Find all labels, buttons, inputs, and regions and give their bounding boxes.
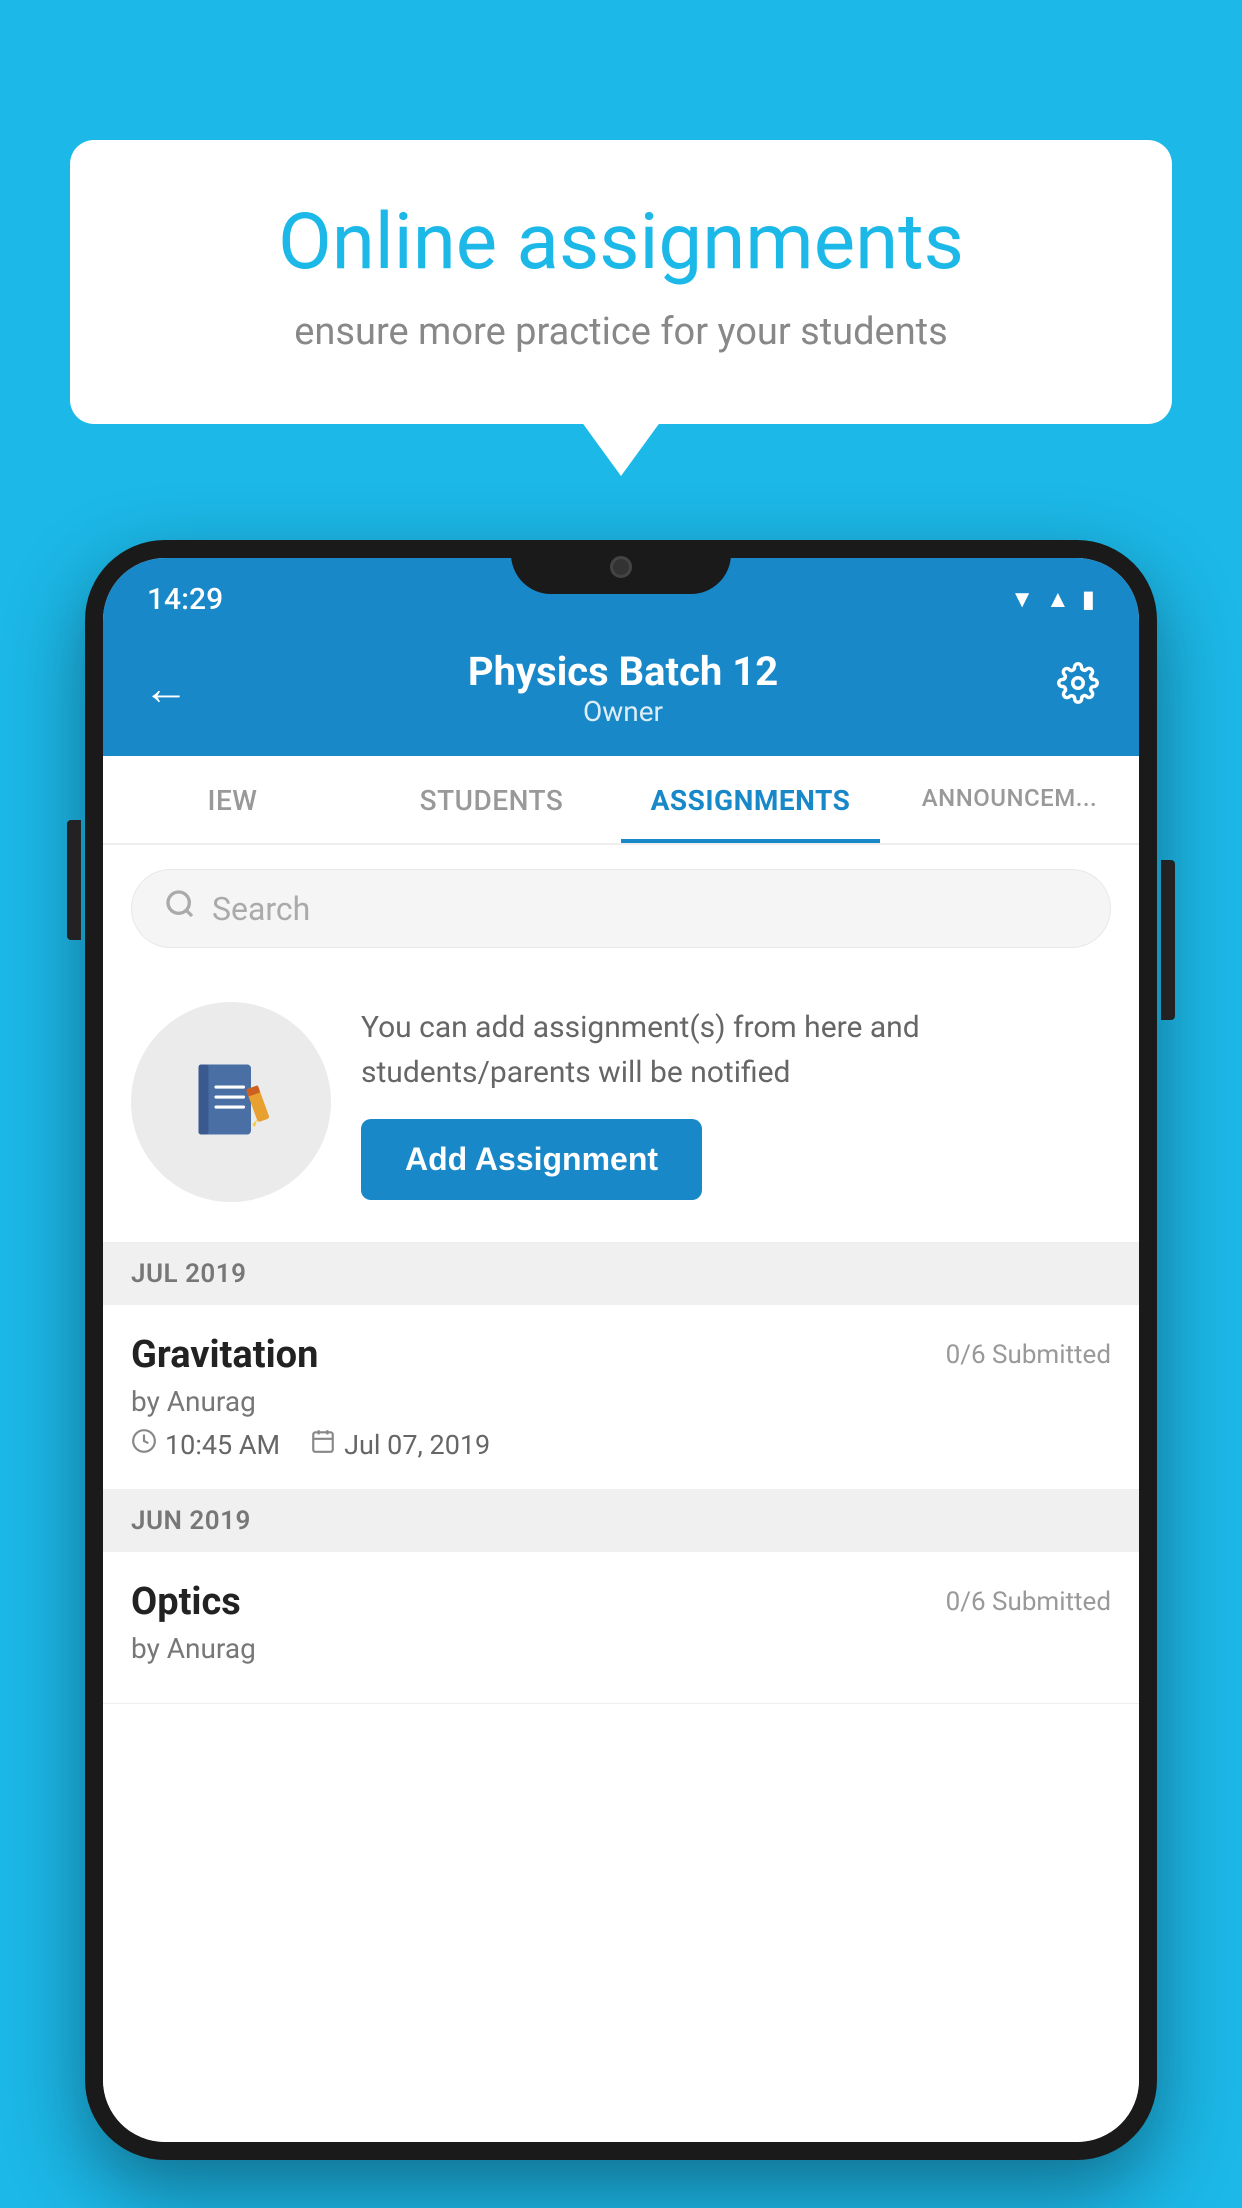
assignment-name-optics: Optics xyxy=(131,1580,241,1624)
search-bar[interactable]: Search xyxy=(131,869,1111,948)
notebook-icon xyxy=(181,1052,281,1152)
tab-bar: IEW STUDENTS ASSIGNMENTS ANNOUNCEM... xyxy=(103,756,1139,845)
meta-date: Jul 07, 2019 xyxy=(310,1428,490,1461)
add-assignment-button[interactable]: Add Assignment xyxy=(361,1119,702,1200)
phone-outer: 14:29 ▼ ▲ ▮ ← Physics Batch 12 Owner xyxy=(85,540,1157,2160)
assignment-by-optics: by Anurag xyxy=(131,1632,1111,1665)
assignment-meta: 10:45 AM Jul 07, 201 xyxy=(131,1428,1111,1461)
speech-bubble-title: Online assignments xyxy=(140,200,1102,286)
phone-notch xyxy=(511,540,731,594)
search-placeholder: Search xyxy=(212,890,310,928)
header-center: Physics Batch 12 Owner xyxy=(189,648,1057,728)
assignment-item-header: Gravitation 0/6 Submitted xyxy=(131,1333,1111,1377)
assignment-icon-circle xyxy=(131,1002,331,1202)
phone-wrapper: 14:29 ▼ ▲ ▮ ← Physics Batch 12 Owner xyxy=(85,540,1157,2208)
assignment-submitted: 0/6 Submitted xyxy=(946,1340,1111,1370)
tab-students[interactable]: STUDENTS xyxy=(362,756,621,843)
speech-bubble: Online assignments ensure more practice … xyxy=(70,140,1172,424)
assignment-item-gravitation[interactable]: Gravitation 0/6 Submitted by Anurag xyxy=(103,1305,1139,1490)
section-header-jul: JUL 2019 xyxy=(103,1243,1139,1305)
status-icons: ▼ ▲ ▮ xyxy=(1010,585,1095,614)
assignment-item-optics-header: Optics 0/6 Submitted xyxy=(131,1580,1111,1624)
calendar-icon xyxy=(310,1428,336,1461)
meta-time: 10:45 AM xyxy=(131,1428,280,1461)
status-time: 14:29 xyxy=(147,582,223,617)
speech-bubble-subtitle: ensure more practice for your students xyxy=(140,310,1102,354)
clock-icon xyxy=(131,1428,157,1461)
tab-assignments[interactable]: ASSIGNMENTS xyxy=(621,756,880,843)
assignment-date: Jul 07, 2019 xyxy=(344,1429,490,1461)
assignment-by: by Anurag xyxy=(131,1385,1111,1418)
assignment-name: Gravitation xyxy=(131,1333,318,1377)
header-title: Physics Batch 12 xyxy=(189,648,1057,695)
assignment-submitted-optics: 0/6 Submitted xyxy=(946,1587,1111,1617)
add-assignment-section: You can add assignment(s) from here and … xyxy=(103,972,1139,1243)
tab-iew[interactable]: IEW xyxy=(103,756,362,843)
add-assignment-description: You can add assignment(s) from here and … xyxy=(361,1005,1111,1095)
assignment-time: 10:45 AM xyxy=(165,1429,280,1461)
assignment-item-optics[interactable]: Optics 0/6 Submitted by Anurag xyxy=(103,1552,1139,1704)
signal-icon: ▲ xyxy=(1046,585,1070,614)
content-area: Search xyxy=(103,845,1139,2142)
phone-screen: 14:29 ▼ ▲ ▮ ← Physics Batch 12 Owner xyxy=(103,558,1139,2142)
battery-icon: ▮ xyxy=(1082,585,1095,613)
speech-bubble-container: Online assignments ensure more practice … xyxy=(70,140,1172,424)
app-header: ← Physics Batch 12 Owner xyxy=(103,630,1139,756)
back-button[interactable]: ← xyxy=(143,661,189,716)
section-header-jun: JUN 2019 xyxy=(103,1490,1139,1552)
add-assignment-right: You can add assignment(s) from here and … xyxy=(361,1005,1111,1200)
settings-icon[interactable] xyxy=(1057,662,1099,715)
notch-camera xyxy=(610,556,632,578)
search-icon xyxy=(164,888,196,929)
wifi-icon: ▼ xyxy=(1010,585,1034,614)
header-subtitle: Owner xyxy=(189,695,1057,728)
tab-announcements[interactable]: ANNOUNCEM... xyxy=(880,756,1139,843)
